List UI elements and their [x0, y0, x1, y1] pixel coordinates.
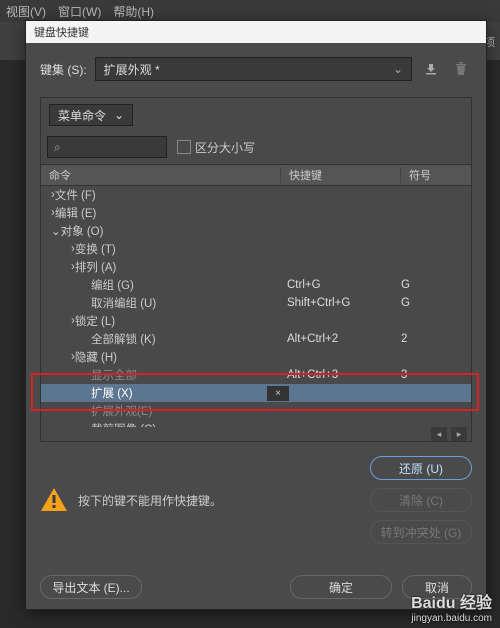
tree-item-hide[interactable]: 隐藏 (H)	[75, 349, 117, 365]
delete-set-icon[interactable]	[450, 58, 472, 80]
set-label: 键集 (S):	[40, 61, 87, 78]
set-value: 扩展外观 *	[104, 61, 160, 78]
tree-item-expand-appearance[interactable]: 扩展外观(E)	[91, 403, 152, 419]
chevron-down-icon: ⌄	[393, 62, 403, 76]
tree-item-transform[interactable]: 变换 (T)	[75, 241, 116, 257]
search-icon: ⌕	[54, 140, 61, 155]
scroll-controls: ◂ ▸	[41, 427, 471, 441]
tree-item-group[interactable]: 编组 (G)	[91, 277, 134, 293]
save-set-icon[interactable]	[420, 58, 442, 80]
tree-item-unlock-all[interactable]: 全部解锁 (K)	[91, 331, 156, 347]
col-shortcut: 快捷键	[281, 167, 401, 183]
tree-item-show-all[interactable]: 显示全部	[91, 367, 137, 383]
tree-item-arrange[interactable]: 排列 (A)	[75, 259, 117, 275]
warning-text: 按下的键不能用作快捷键。	[78, 492, 222, 509]
scroll-left-icon[interactable]: ◂	[431, 427, 447, 441]
clear-shortcut-icon[interactable]: ×	[267, 386, 289, 401]
category-dropdown[interactable]: 菜单命令 ⌄	[49, 104, 133, 126]
dialog-titlebar: 键盘快捷键	[26, 21, 486, 43]
checkbox-icon	[177, 140, 191, 154]
table-header: 命令 快捷键 符号	[41, 164, 471, 186]
clear-button: 清除 (C)	[370, 488, 472, 512]
tree-item-object[interactable]: 对象 (O)	[61, 223, 104, 239]
revert-button[interactable]: 还原 (U)	[370, 456, 472, 480]
watermark: Baidu 经验 jingyan.baidu.com	[411, 589, 492, 624]
set-dropdown[interactable]: 扩展外观 * ⌄	[95, 57, 412, 81]
search-input[interactable]: ⌕	[47, 136, 167, 158]
col-symbol: 符号	[401, 167, 471, 183]
tree-item-file[interactable]: 文件 (F)	[55, 187, 96, 203]
tree-item-expand-selected[interactable]: 扩展 (X) ×	[41, 384, 471, 402]
tree-item-ungroup[interactable]: 取消编组 (U)	[91, 295, 156, 311]
menu-view[interactable]: 视图(V)	[6, 3, 46, 20]
command-tree[interactable]: ›文件 (F) ›编辑 (E) ⌄对象 (O) ›变换 (T) ›排列 (A) …	[41, 186, 471, 427]
menu-window[interactable]: 窗口(W)	[58, 3, 101, 20]
case-sensitive-checkbox[interactable]: 区分大小写	[177, 139, 255, 156]
keyboard-shortcuts-dialog: 键盘快捷键 键集 (S): 扩展外观 * ⌄ 菜单命令 ⌄ ⌕ 区分大	[25, 20, 487, 610]
ok-button[interactable]: 确定	[290, 575, 392, 599]
app-menubar: 视图(V) 窗口(W) 帮助(H)	[0, 0, 500, 22]
export-text-button[interactable]: 导出文本 (E)...	[40, 575, 142, 599]
dialog-title: 键盘快捷键	[34, 24, 89, 40]
chevron-down-icon: ⌄	[51, 224, 61, 238]
scroll-right-icon[interactable]: ▸	[451, 427, 467, 441]
tree-item-edit[interactable]: 编辑 (E)	[55, 205, 97, 221]
tree-item-lock[interactable]: 锁定 (L)	[75, 313, 115, 329]
col-command: 命令	[41, 167, 281, 183]
chevron-down-icon: ⌄	[114, 108, 124, 122]
goto-conflict-button: 转到冲突处 (G)	[370, 520, 472, 544]
menu-help[interactable]: 帮助(H)	[113, 3, 154, 20]
warning-icon	[40, 486, 68, 514]
shortcut-table-area: 菜单命令 ⌄ ⌕ 区分大小写 命令 快捷键 符号 ›文件 (F) ›编辑 (E)…	[40, 97, 472, 442]
